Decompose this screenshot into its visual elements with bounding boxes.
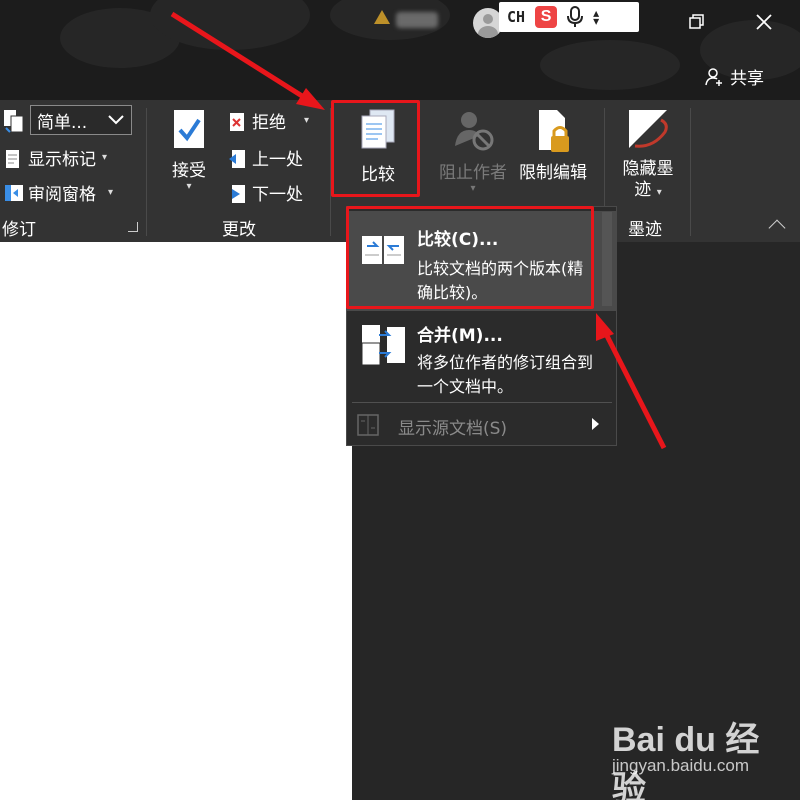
arrow-head-icon <box>296 88 325 110</box>
baidu-jingyan-watermark: Bai du 经验 jingyan.baidu.com <box>612 712 792 800</box>
arrow-to-compare-menu-item <box>601 328 667 450</box>
word-window: CH S ▴ ▾ 共享 简单... 显示标记 ▾ 审阅窗格 ▾ 修订 接受 ▾ … <box>0 0 800 800</box>
arrow-to-compare-button <box>170 11 312 104</box>
annotation-arrows <box>170 11 667 450</box>
watermark-url: jingyan.baidu.com <box>612 756 750 775</box>
arrow-head-icon <box>596 313 614 341</box>
